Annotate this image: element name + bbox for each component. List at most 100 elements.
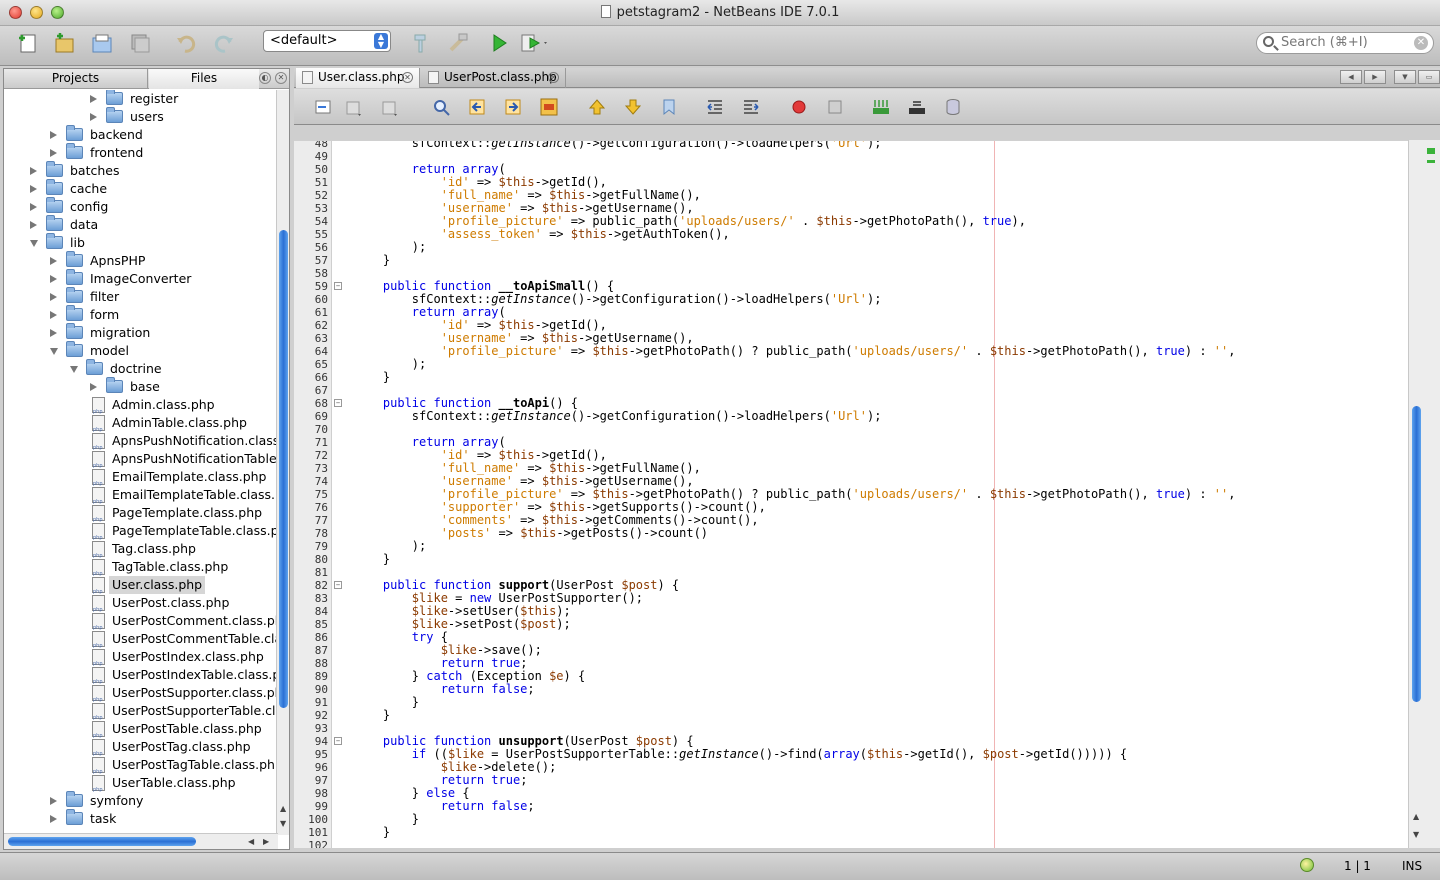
tree-folder[interactable]: data [4,215,278,234]
code-line[interactable]: 80 } [294,553,1408,567]
tree-file[interactable]: UserPostTag.class.php [4,738,278,763]
close-panel-icon[interactable]: ✕ [275,72,287,84]
tree-folder[interactable]: migration [4,323,278,342]
shift-line-right-icon[interactable] [742,98,760,116]
code-line[interactable]: 66 } [294,371,1408,385]
debug-button[interactable] [520,29,548,57]
tree-file[interactable]: UserTable.class.php [4,774,278,799]
code-line[interactable]: 92 } [294,709,1408,723]
maximize-window-button[interactable]: ▭ [1418,70,1440,84]
scroll-left-arrow-icon[interactable]: ◀ [248,837,254,846]
code-line[interactable]: 64 'profile_picture' => $this->getPhotoP… [294,345,1408,359]
clear-search-icon[interactable]: ✕ [1414,36,1428,50]
collapsed-triangle-icon[interactable] [90,113,97,121]
tree-file[interactable]: Tag.class.php [4,540,278,565]
tree-vertical-scrollbar[interactable]: ▲ ▼ [276,90,289,835]
fold-toggle-icon[interactable]: − [334,581,342,589]
tree-file[interactable]: Admin.class.php [4,396,278,421]
code-line[interactable]: 101 } [294,826,1408,840]
collapsed-triangle-icon[interactable] [50,149,57,157]
tree-folder[interactable]: register [4,90,278,108]
collapsed-triangle-icon[interactable] [50,311,57,319]
tree-file[interactable]: UserPostCommentTable.class.php [4,630,278,655]
show-opened-documents-button[interactable]: ▼ [1394,70,1416,84]
collapsed-triangle-icon[interactable] [50,797,57,805]
tree-file[interactable]: EmailTemplateTable.class.php [4,486,278,511]
notifications-icon[interactable] [1300,858,1314,872]
tree-folder[interactable]: config [4,197,278,216]
tree-file[interactable]: AdminTable.class.php [4,414,278,439]
editor-scrollbar[interactable]: ▲ ▼ [1408,140,1440,848]
editor-scroll-thumb[interactable] [1412,406,1421,702]
tree-file[interactable]: PageTemplateTable.class.php [4,522,278,547]
tree-folder[interactable]: model [4,341,278,360]
editor-scroll-up-arrow-icon[interactable]: ▲ [1413,812,1419,821]
code-line[interactable]: 90 return false; [294,683,1408,697]
tree-folder[interactable]: frontend [4,143,278,162]
tree-file[interactable]: User.class.php [4,576,278,601]
collapsed-triangle-icon[interactable] [30,203,37,211]
tab-user-class-php[interactable]: User.class.php ✕ [296,68,420,88]
tree-file[interactable]: UserPost.class.php [4,594,278,619]
collapsed-triangle-icon[interactable] [30,167,37,175]
scroll-tabs-right-button[interactable]: ▶ [1364,70,1386,84]
redo-button[interactable] [210,29,238,57]
tree-folder[interactable]: batches [4,161,278,180]
configuration-select[interactable]: <default> ▲ ▼ [263,30,391,52]
tree-folder[interactable]: backend [4,125,278,144]
fold-toggle-icon[interactable]: − [334,282,342,290]
collapsed-triangle-icon[interactable] [90,95,97,103]
tree-folder[interactable]: doctrine [4,359,278,378]
code-editor[interactable]: 48 sfContext::getInstance()->getConfigur… [294,140,1408,848]
fold-toggle-icon[interactable]: − [334,737,342,745]
scroll-right-arrow-icon[interactable]: ▶ [263,837,269,846]
last-edit-icon[interactable] [314,98,332,116]
database-icon[interactable] [944,98,962,116]
tree-file[interactable]: ApnsPushNotificationTable.class.php [4,450,278,475]
change-marker[interactable] [1427,160,1435,163]
back-icon[interactable] [344,98,362,116]
tab-userpost-class-php[interactable]: UserPost.class.php ✕ [422,68,566,88]
start-macro-recording-icon[interactable] [790,98,808,116]
tree-file[interactable]: UserPostSupporter.class.php [4,684,278,709]
tree-folder[interactable]: base [4,377,278,396]
previous-bookmark-icon[interactable] [588,98,606,116]
scroll-tabs-left-button[interactable]: ◀ [1340,70,1362,84]
run-button[interactable] [485,29,513,57]
tree-file[interactable]: UserPostIndex.class.php [4,648,278,673]
tree-file[interactable]: UserPostIndexTable.class.php [4,666,278,691]
tree-file[interactable]: UserPostTagTable.class.php [4,756,278,781]
code-line[interactable]: 56 ); [294,241,1408,255]
tree-horizontal-scroll-thumb[interactable] [8,837,196,846]
expanded-triangle-icon[interactable] [70,366,78,373]
tree-folder[interactable]: symfony [4,791,278,810]
tab-files[interactable]: Files [149,69,259,89]
tree-file[interactable]: TagTable.class.php [4,558,278,583]
code-line[interactable]: 102 [294,839,1408,848]
comment-icon[interactable] [872,98,890,116]
collapsed-triangle-icon[interactable] [30,221,37,229]
toggle-bookmark-icon[interactable] [660,98,678,116]
code-line[interactable]: 65 ); [294,358,1408,372]
find-icon[interactable] [432,98,450,116]
stop-macro-recording-icon[interactable] [826,98,844,116]
editor-scroll-down-arrow-icon[interactable]: ▼ [1413,830,1419,839]
code-line[interactable]: 100 } [294,813,1408,827]
tree-folder[interactable]: task [4,809,278,828]
undo-button[interactable] [172,29,200,57]
code-line[interactable]: 48 sfContext::getInstance()->getConfigur… [294,141,1408,150]
save-all-button[interactable] [126,29,154,57]
scroll-down-arrow-icon[interactable]: ▼ [280,819,286,828]
tree-folder[interactable]: lib [4,233,278,252]
tree-file[interactable]: UserPostSupporterTable.class.php [4,702,278,727]
fold-toggle-icon[interactable]: − [334,399,342,407]
tab-projects[interactable]: Projects [4,69,148,89]
tree-file[interactable]: UserPostComment.class.php [4,612,278,637]
collapsed-triangle-icon[interactable] [50,257,57,265]
collapsed-triangle-icon[interactable] [50,815,57,823]
code-line[interactable]: 57 } [294,254,1408,268]
next-bookmark-icon[interactable] [624,98,642,116]
tree-folder[interactable]: ApnsPHP [4,251,278,270]
collapsed-triangle-icon[interactable] [50,131,57,139]
new-file-button[interactable] [14,29,42,57]
